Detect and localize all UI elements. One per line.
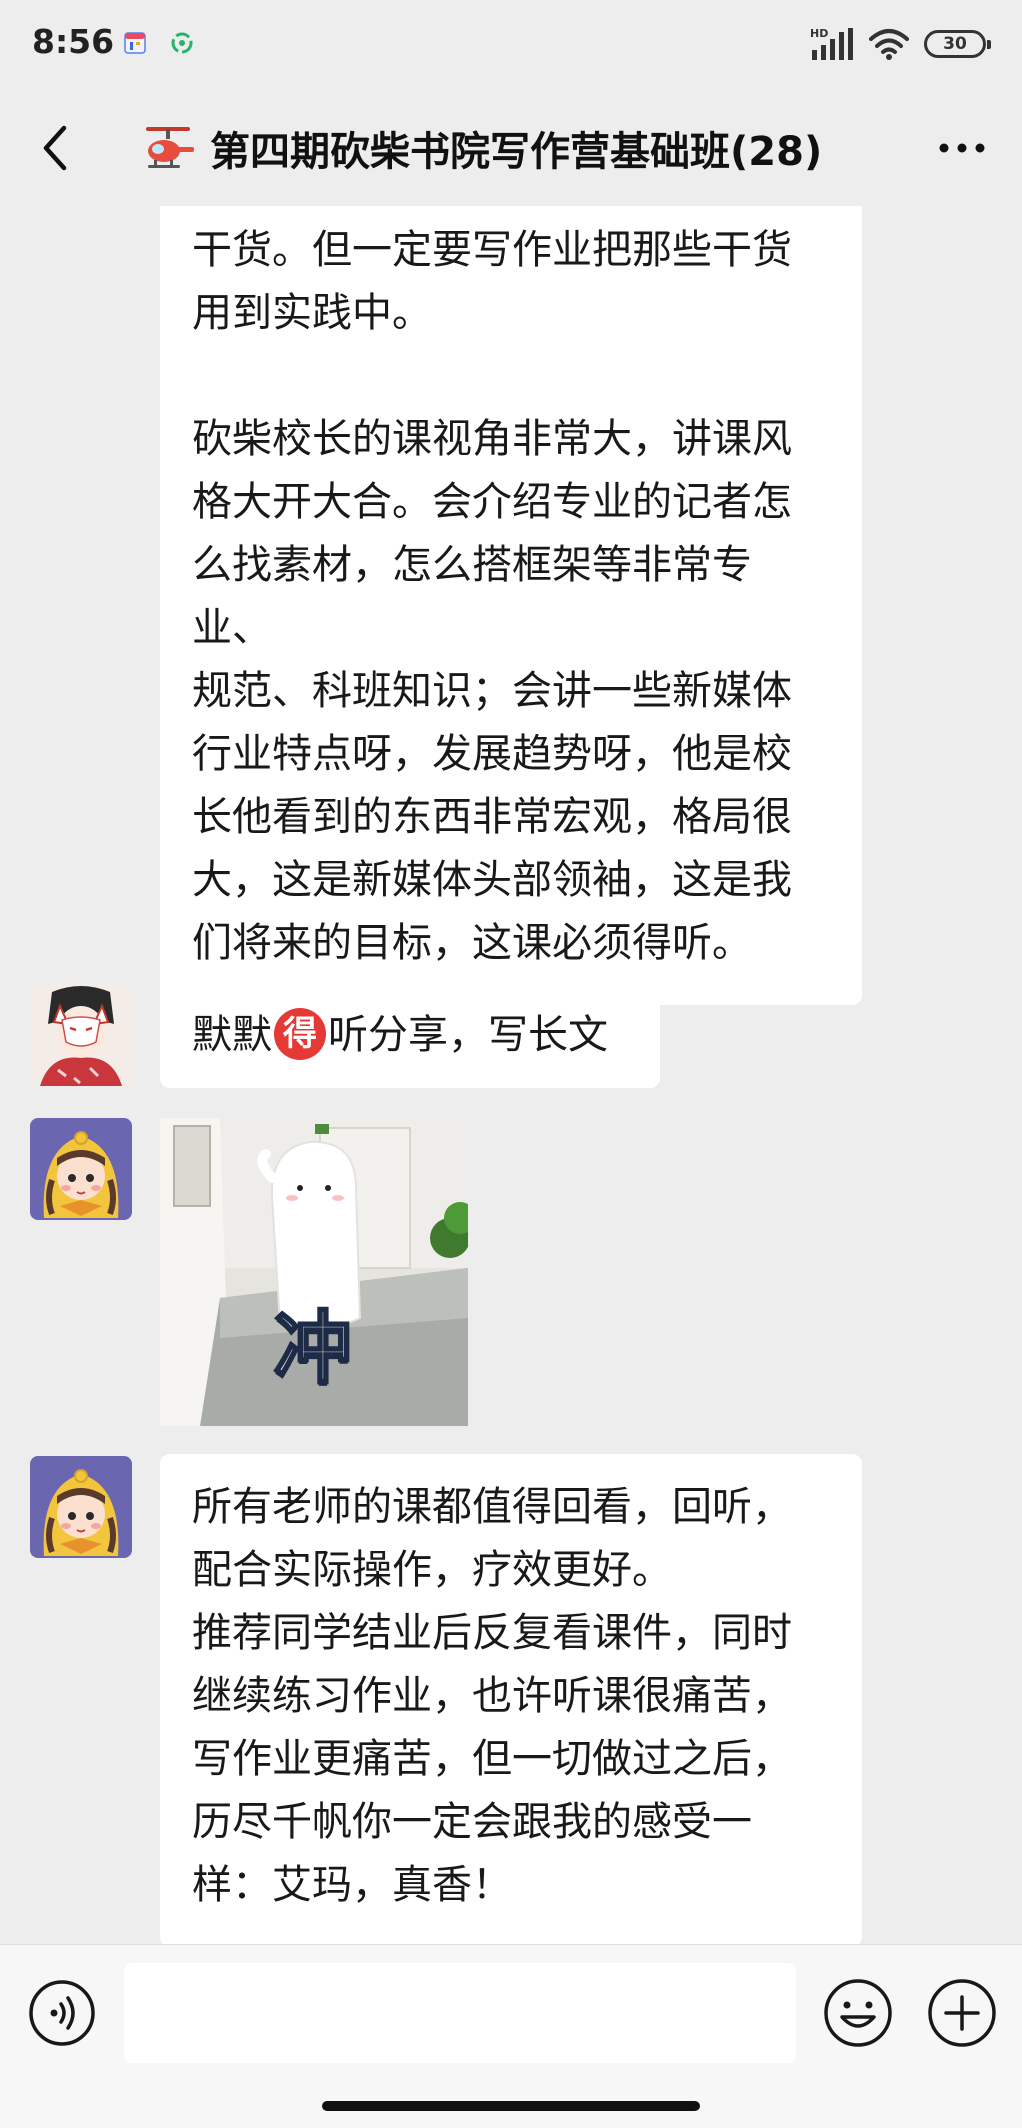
message-list[interactable]: 过，干货干货，万老师那里有很多 干货。但一定要写作业把那些干货 用到实践中。 砍… <box>0 206 1022 1946</box>
status-bar: 8:56 HD 30 <box>0 0 1022 88</box>
more-dots-icon[interactable] <box>932 128 992 168</box>
wifi-icon <box>869 29 909 60</box>
message-line: 样：艾玛，真香！ <box>192 1862 512 1908</box>
yellow-hood-avatar-image <box>30 1118 132 1220</box>
message-bubble[interactable]: 过，干货干货，万老师那里有很多 干货。但一定要写作业把那些干货 用到实践中。 砍… <box>160 206 862 1005</box>
message-line: 行业特点呀，发展趋势呀，他是校 <box>192 731 792 777</box>
chat-screen: 8:56 HD 30 第四期砍柴书院写作营基础班(28) 干货。但一定要写作业把… <box>0 0 1022 2128</box>
chat-title[interactable]: 第四期砍柴书院写作营基础班(28) <box>140 118 900 178</box>
message-line: 所有老师的课都值得回看，回听， <box>192 1484 792 1530</box>
voice-icon[interactable] <box>28 1979 96 2047</box>
helicopter-emoji-icon <box>146 127 194 168</box>
yellow-hood-avatar[interactable] <box>30 1456 132 1558</box>
svg-text:HD: HD <box>810 27 828 40</box>
message-line: 干货。但一定要写作业把那些干货 <box>192 227 792 273</box>
message-line: 们将来的目标，这课必须得听。 <box>192 920 752 966</box>
battery-indicator: 30 <box>924 30 991 58</box>
fox-mask-avatar-image <box>30 984 132 1086</box>
sticker-image[interactable]: 冲 <box>160 1118 468 1426</box>
message-input[interactable] <box>124 1963 796 2063</box>
battery-level: 30 <box>943 34 967 54</box>
fox-mask-avatar[interactable] <box>30 984 132 1086</box>
plus-icon[interactable] <box>926 1977 998 2049</box>
status-indicators: HD 30 <box>810 24 991 64</box>
message-line: 历尽千帆你一定会跟我的感受一 <box>192 1799 752 1845</box>
home-indicator[interactable] <box>322 2101 700 2111</box>
message-line: 么找素材，怎么搭框架等非常专业、 <box>192 542 752 651</box>
emoji-icon[interactable] <box>822 1977 894 2049</box>
message-bubble[interactable]: 默默得听分享，写长文 <box>160 982 660 1088</box>
message-line <box>192 345 830 408</box>
message-line: 砍柴校长的课视角非常大，讲课风 <box>192 416 792 462</box>
message-line: 过，干货干货，万老师那里有很多 <box>192 206 830 219</box>
cellular-signal-icon: HD <box>810 27 853 60</box>
sticker-caption: 冲 <box>272 1303 353 1396</box>
message-bubble[interactable]: 所有老师的课都值得回看，回听， 配合实际操作，疗效更好。 推荐同学结业后反复看课… <box>160 1454 862 1946</box>
yellow-hood-avatar[interactable] <box>30 1118 132 1220</box>
status-time: 8:56 <box>32 22 115 61</box>
chevron-left-icon[interactable] <box>30 118 80 178</box>
calendar-app-icon <box>124 32 146 54</box>
message-text-part: 听分享，写长文 <box>328 1012 608 1058</box>
de-badge-text: 得 <box>283 1014 317 1054</box>
message-line: 格大开大合。会介绍专业的记者怎 <box>192 479 792 525</box>
de-badge-icon: 得 <box>274 1008 326 1060</box>
message-line: 规范、科班知识；会讲一些新媒体 <box>192 668 792 714</box>
message-line: 配合实际操作，疗效更好。 <box>192 1547 672 1593</box>
message-text-part: 默默 <box>192 1012 272 1058</box>
input-bar <box>0 1944 1022 2128</box>
message-line: 继续练习作业，也许听课很痛苦， <box>192 1673 792 1719</box>
sync-app-icon <box>171 32 193 54</box>
message-line: 用到实践中。 <box>192 290 432 336</box>
message-line: 写作业更痛苦，但一切做过之后， <box>192 1736 792 1782</box>
message-line: 长他看到的东西非常宏观，格局很 <box>192 794 792 840</box>
yellow-hood-avatar-image <box>30 1456 132 1558</box>
message-line: 推荐同学结业后反复看课件，同时 <box>192 1610 792 1656</box>
message-line: 大，这是新媒体头部领袖，这是我 <box>192 857 792 903</box>
chat-header: 第四期砍柴书院写作营基础班(28) <box>0 88 1022 206</box>
page-title: 第四期砍柴书院写作营基础班(28) <box>210 129 823 175</box>
